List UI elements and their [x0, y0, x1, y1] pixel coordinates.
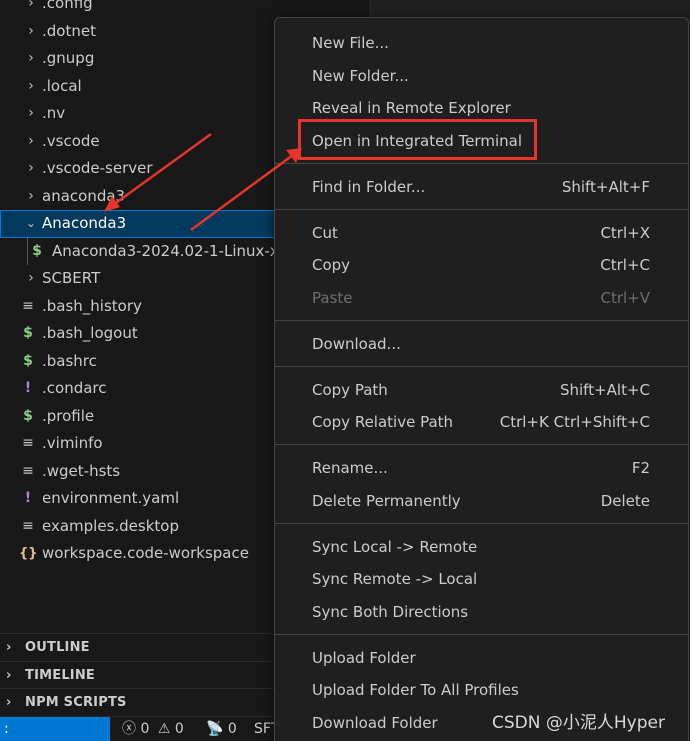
menu-item-find-in-folder[interactable]: Find in Folder... Shift+Alt+F [275, 172, 688, 202]
remote-host-label: : 192.168.33.29 [4, 721, 9, 737]
menu-item-copy-relative-path[interactable]: Copy Relative Path Ctrl+K Ctrl+Shift+C [275, 407, 688, 437]
menu-separator [275, 634, 688, 635]
chevron-right-icon: › [28, 50, 34, 66]
indent-guide [27, 237, 28, 265]
chevron-right-icon: › [28, 105, 34, 121]
chevron-right-icon: › [28, 0, 34, 11]
menu-separator [275, 320, 688, 321]
menu-item-new-file[interactable]: New File... [275, 28, 688, 58]
menu-item-download[interactable]: Download... [275, 329, 688, 359]
chevron-right-icon: › [6, 695, 12, 710]
ports-indicator[interactable]: 📡 0 [206, 717, 237, 741]
menu-item-sync-remote-local[interactable]: Sync Remote -> Local [275, 564, 688, 594]
remote-indicator[interactable]: : 192.168.33.29 [0, 717, 110, 741]
menu-item-paste: Paste Ctrl+V [312, 289, 650, 307]
menu-item-reveal-remote-explorer[interactable]: Reveal in Remote Explorer [275, 93, 688, 123]
menu-item-sync-local-remote[interactable]: Sync Local -> Remote [275, 532, 688, 562]
json-file-icon: {} [19, 546, 38, 561]
chevron-right-icon: › [28, 187, 34, 204]
menu-item-copy[interactable]: Copy Ctrl+C [275, 250, 688, 280]
chevron-right-icon: › [28, 160, 34, 176]
shell-file-icon: $ [23, 352, 33, 369]
error-icon: ⓧ [122, 721, 136, 737]
menu-item-upload-folder-all-profiles[interactable]: Upload Folder To All Profiles [275, 675, 688, 705]
menu-item-cut[interactable]: Cut Ctrl+X [275, 218, 688, 248]
yaml-file-icon: ! [24, 380, 32, 396]
menu-item-sync-both-directions[interactable]: Sync Both Directions [275, 597, 688, 627]
warning-icon: ⚠ [157, 721, 171, 737]
chevron-right-icon: › [6, 668, 12, 683]
shell-file-icon: $ [23, 407, 33, 424]
menu-item-upload-folder[interactable]: Upload Folder [275, 643, 688, 673]
chevron-right-icon: › [28, 77, 34, 94]
menu-separator [275, 163, 688, 164]
shell-file-icon: $ [32, 242, 42, 259]
vscode-window: › .config › .dotnet › .gnupg › .local › … [0, 0, 690, 741]
chevron-right-icon: › [28, 132, 34, 149]
watermark: CSDN @小泥人Hyper [492, 713, 665, 733]
chevron-down-icon: ⌄ [25, 216, 37, 230]
menu-item-rename[interactable]: Rename... F2 [275, 453, 688, 483]
chevron-right-icon: › [6, 640, 12, 655]
shell-file-icon: $ [23, 325, 33, 341]
menu-item-new-folder[interactable]: New Folder... [275, 61, 688, 91]
context-menu: New File... New Folder... Reveal in Remo… [274, 17, 689, 741]
menu-separator [275, 366, 688, 367]
broadcast-icon: 📡 [206, 721, 224, 737]
menu-item-delete-permanently[interactable]: Delete Permanently Delete [275, 486, 688, 516]
tree-item-config[interactable]: › .config [0, 0, 370, 18]
text-file-icon: ≡ [22, 297, 34, 314]
chevron-right-icon: › [28, 22, 34, 39]
chevron-right-icon: › [28, 270, 34, 286]
menu-separator [275, 209, 688, 210]
menu-separator [275, 523, 688, 524]
text-file-icon: ≡ [22, 435, 34, 451]
problems-indicator[interactable]: ⓧ 0 ⚠ 0 [122, 717, 184, 741]
menu-item-copy-path[interactable]: Copy Path Shift+Alt+C [275, 375, 688, 405]
text-file-icon: ≡ [22, 517, 34, 534]
menu-item-open-in-integrated-terminal[interactable]: Open in Integrated Terminal [275, 126, 688, 156]
yaml-file-icon: ! [24, 490, 32, 506]
text-file-icon: ≡ [22, 462, 34, 479]
menu-separator [275, 444, 688, 445]
